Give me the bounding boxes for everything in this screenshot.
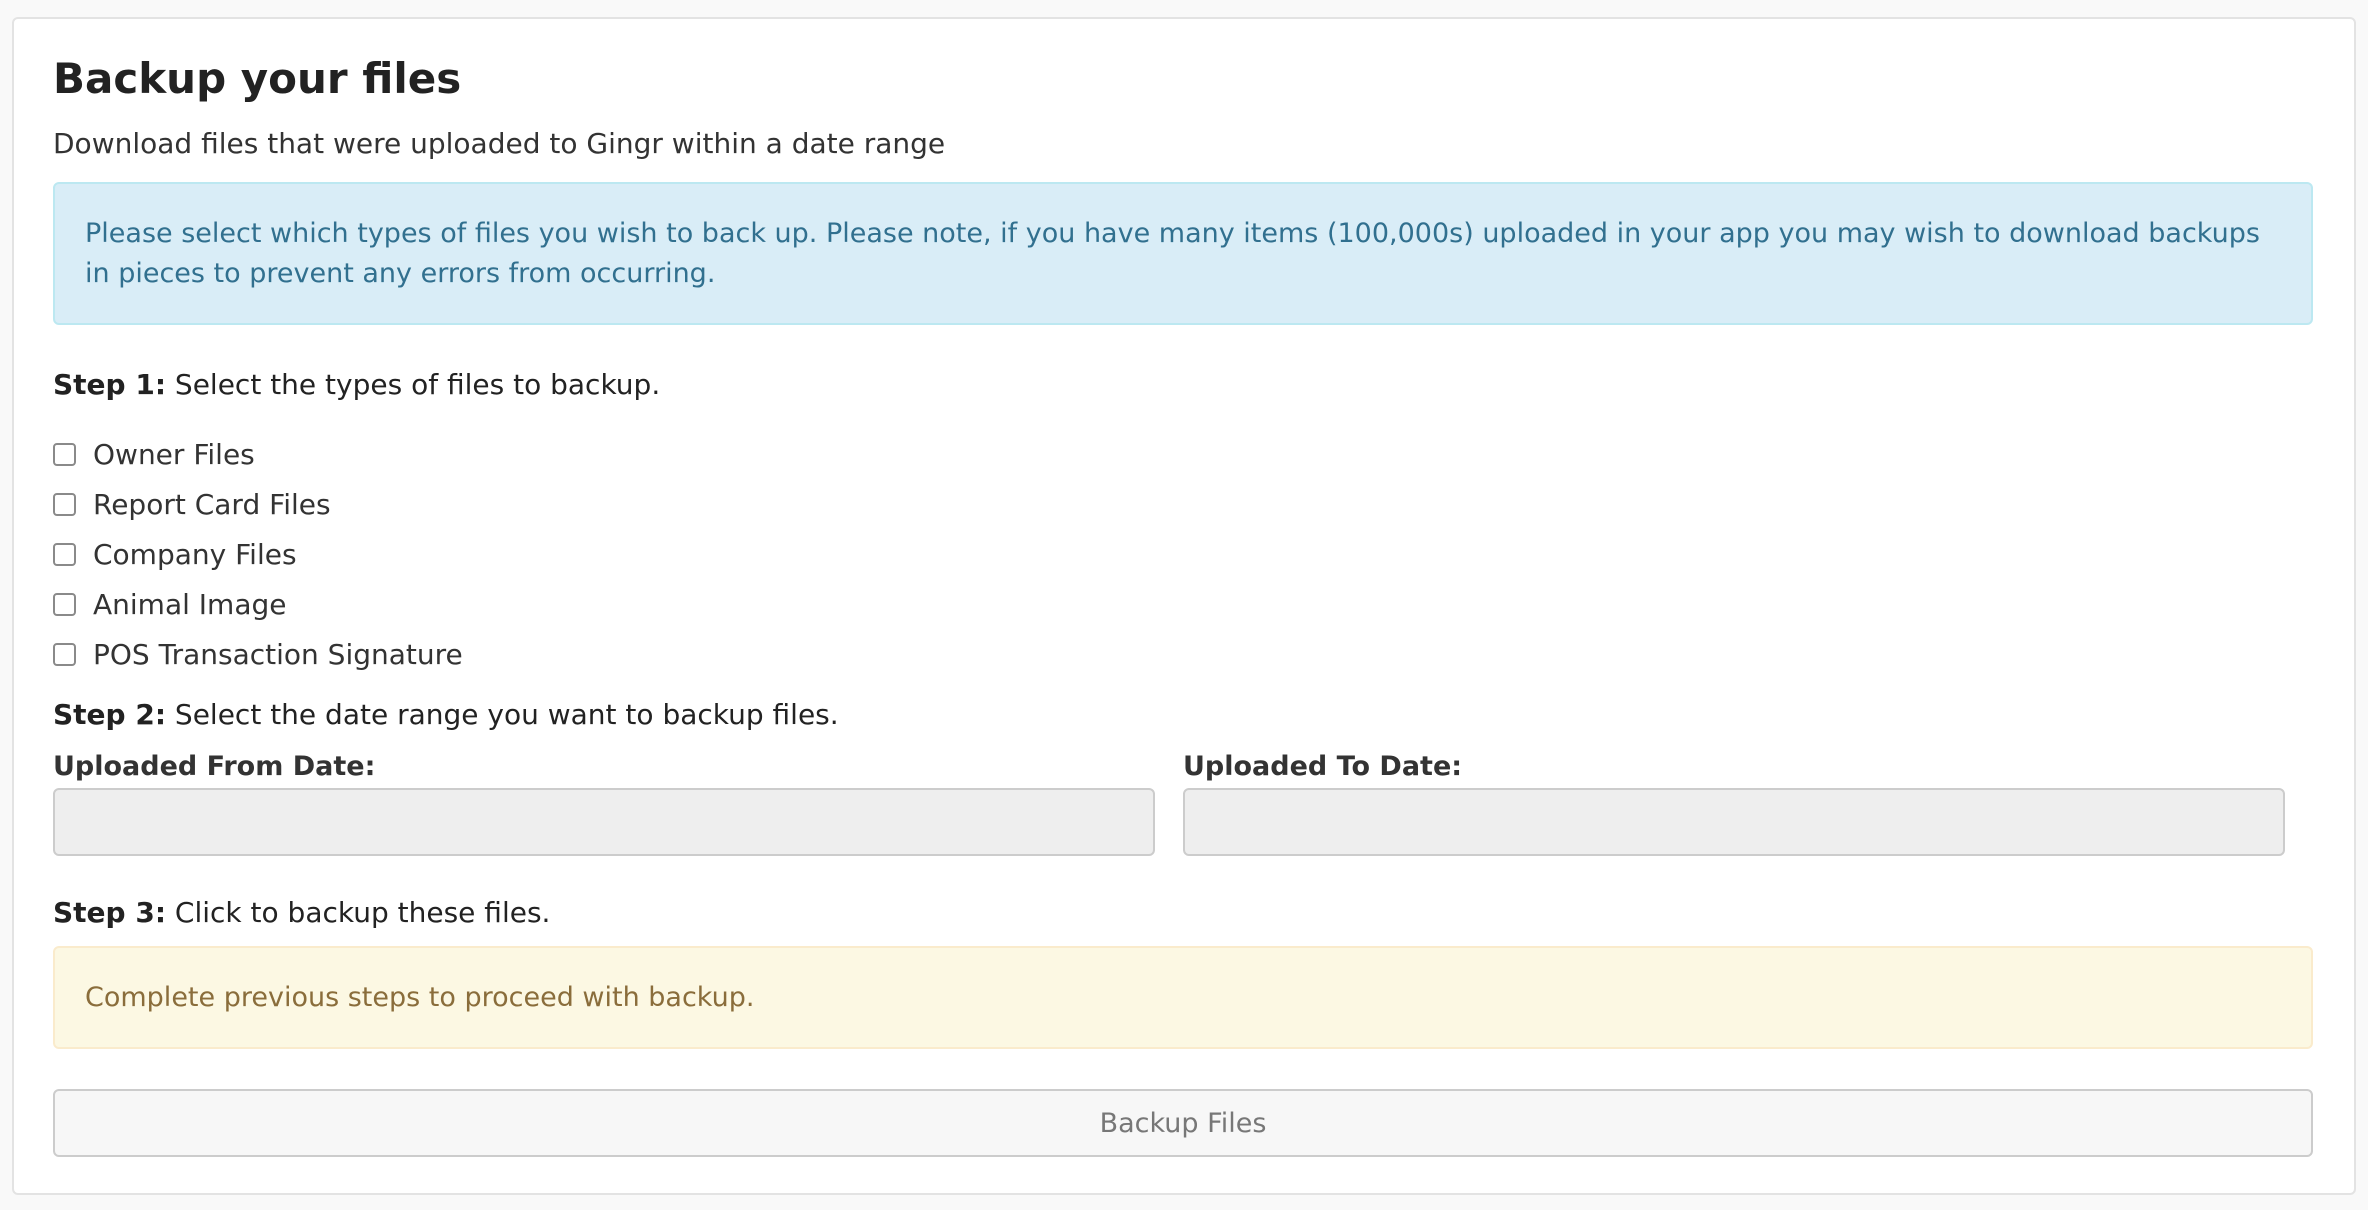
uploaded-to-date-input[interactable]	[1183, 788, 2285, 856]
checkbox-report-card-files-box[interactable]	[53, 492, 76, 516]
page-subtitle: Download files that were uploaded to Gin…	[53, 127, 946, 160]
checkbox-pos-transaction-signature[interactable]: POS Transaction Signature	[53, 634, 463, 674]
uploaded-to-date-label: Uploaded To Date:	[1183, 751, 1463, 782]
checkbox-report-card-files[interactable]: Report Card Files	[53, 484, 331, 524]
checkbox-owner-files[interactable]: Owner Files	[53, 434, 255, 474]
checkbox-pos-transaction-signature-label[interactable]: POS Transaction Signature	[93, 638, 463, 671]
step-3-text: Click to backup these files.	[166, 896, 551, 929]
warning-alert-text: Complete previous steps to proceed with …	[85, 982, 755, 1013]
uploaded-from-date-input[interactable]	[53, 788, 1155, 856]
warning-alert: Complete previous steps to proceed with …	[53, 946, 2313, 1049]
checkbox-report-card-files-label[interactable]: Report Card Files	[93, 488, 331, 521]
checkbox-company-files-label[interactable]: Company Files	[93, 538, 297, 571]
step-2-label: Step 2:	[53, 698, 167, 731]
step-2-heading: Step 2: Select the date range you want t…	[53, 698, 839, 731]
checkbox-company-files[interactable]: Company Files	[53, 534, 297, 574]
backup-files-button[interactable]: Backup Files	[53, 1089, 2313, 1157]
step-1-heading: Step 1: Select the types of files to bac…	[53, 368, 660, 401]
checkbox-animal-image[interactable]: Animal Image	[53, 584, 286, 624]
step-1-label: Step 1:	[53, 368, 167, 401]
step-2-text: Select the date range you want to backup…	[166, 698, 839, 731]
step-1-text: Select the types of files to backup.	[166, 368, 661, 401]
checkbox-animal-image-box[interactable]	[53, 592, 76, 616]
info-alert-text: Please select which types of files you w…	[85, 218, 2260, 289]
backup-panel: Backup your files Download files that we…	[12, 17, 2356, 1195]
step-3-label: Step 3:	[53, 896, 167, 929]
uploaded-from-date-label: Uploaded From Date:	[53, 751, 376, 782]
checkbox-owner-files-label[interactable]: Owner Files	[93, 438, 255, 471]
checkbox-pos-transaction-signature-box[interactable]	[53, 642, 76, 666]
checkbox-animal-image-label[interactable]: Animal Image	[93, 588, 286, 621]
checkbox-company-files-box[interactable]	[53, 542, 76, 566]
info-alert: Please select which types of files you w…	[53, 182, 2313, 325]
step-3-heading: Step 3: Click to backup these files.	[53, 896, 550, 929]
checkbox-owner-files-box[interactable]	[53, 442, 76, 466]
page-title: Backup your files	[53, 54, 462, 103]
